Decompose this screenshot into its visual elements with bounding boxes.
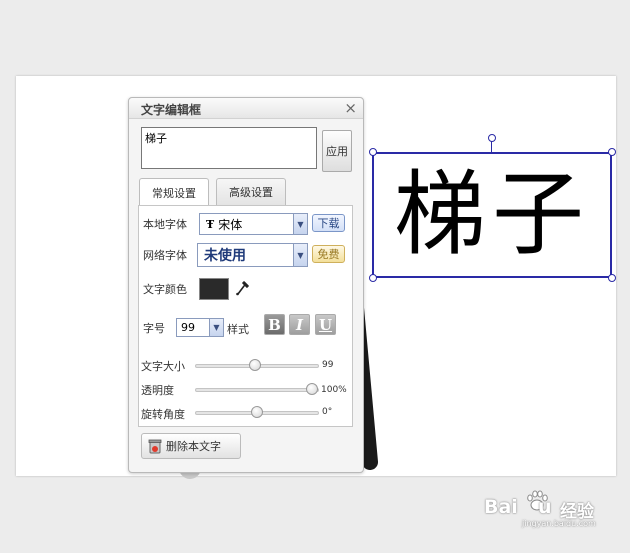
local-font-select[interactable]: Ŧ 宋体 ▼ bbox=[199, 213, 308, 235]
opacity-slider-knob[interactable] bbox=[306, 383, 318, 395]
trash-icon bbox=[148, 438, 162, 454]
watermark-url: jingyan.baidu.com bbox=[522, 519, 596, 528]
delete-text-button[interactable]: 删除本文字 bbox=[141, 433, 241, 459]
eyedropper-icon[interactable] bbox=[235, 280, 249, 300]
resize-handle-bottom-left[interactable] bbox=[369, 274, 377, 282]
chevron-down-icon: ▼ bbox=[209, 319, 223, 336]
download-font-button[interactable]: 下载 bbox=[312, 214, 345, 232]
font-size-label: 字号 bbox=[143, 322, 165, 335]
resize-handle-top-right[interactable] bbox=[608, 148, 616, 156]
dialog-titlebar[interactable]: 文字编辑框 × bbox=[129, 98, 363, 119]
text-size-value: 99 bbox=[322, 360, 334, 370]
text-size-slider-knob[interactable] bbox=[249, 359, 261, 371]
chevron-down-icon: ▼ bbox=[293, 244, 307, 266]
color-swatch[interactable] bbox=[199, 278, 229, 300]
local-font-value: 宋体 bbox=[218, 217, 243, 232]
font-type-icon: Ŧ bbox=[206, 217, 215, 231]
text-size-slider-label: 文字大小 bbox=[141, 360, 185, 373]
rotation-slider-knob[interactable] bbox=[251, 406, 263, 418]
underline-button[interactable]: U bbox=[315, 314, 336, 335]
rotate-handle[interactable] bbox=[488, 134, 496, 142]
web-font-label: 网络字体 bbox=[143, 249, 187, 262]
text-object[interactable]: 梯子 bbox=[372, 152, 612, 278]
font-size-select[interactable]: 99 ▼ bbox=[176, 318, 224, 337]
web-font-select[interactable]: 未使用 ▼ bbox=[197, 243, 308, 267]
baidu-watermark: Bai u 经验 jingyan.baidu.com bbox=[484, 486, 624, 528]
font-size-value: 99 bbox=[181, 321, 195, 334]
opacity-value: 100% bbox=[321, 385, 347, 395]
bold-button[interactable]: B bbox=[264, 314, 285, 335]
web-font-value: 未使用 bbox=[204, 248, 246, 264]
text-input[interactable]: 梯子 bbox=[141, 127, 317, 169]
dialog-title: 文字编辑框 bbox=[141, 103, 202, 117]
opacity-slider-label: 透明度 bbox=[141, 384, 174, 397]
style-label: 样式 bbox=[227, 323, 249, 336]
close-icon[interactable]: × bbox=[344, 99, 357, 117]
rotation-value: 0° bbox=[322, 407, 333, 417]
resize-handle-top-left[interactable] bbox=[369, 148, 377, 156]
resize-handle-bottom-right[interactable] bbox=[608, 274, 616, 282]
delete-text-label: 删除本文字 bbox=[166, 440, 221, 453]
rotation-slider-label: 旋转角度 bbox=[141, 408, 185, 421]
text-color-label: 文字颜色 bbox=[143, 283, 187, 296]
local-font-label: 本地字体 bbox=[143, 218, 187, 231]
opacity-slider-track[interactable] bbox=[195, 388, 319, 392]
watermark-brand-2: u bbox=[538, 496, 552, 518]
tab-general-settings[interactable]: 常规设置 bbox=[139, 178, 209, 206]
free-font-button[interactable]: 免费 bbox=[312, 245, 345, 263]
text-object-content: 梯子 bbox=[393, 161, 590, 268]
tab-advanced-settings[interactable]: 高级设置 bbox=[216, 178, 286, 205]
chevron-down-icon: ▼ bbox=[293, 214, 307, 234]
rotate-line bbox=[491, 141, 492, 152]
text-edit-dialog: 文字编辑框 × 梯子 应用 常规设置 高级设置 本地字体 Ŧ 宋体 ▼ 下载 网… bbox=[128, 97, 364, 473]
apply-button[interactable]: 应用 bbox=[322, 130, 352, 172]
italic-button[interactable]: I bbox=[289, 314, 310, 335]
watermark-brand: Bai bbox=[484, 496, 518, 518]
